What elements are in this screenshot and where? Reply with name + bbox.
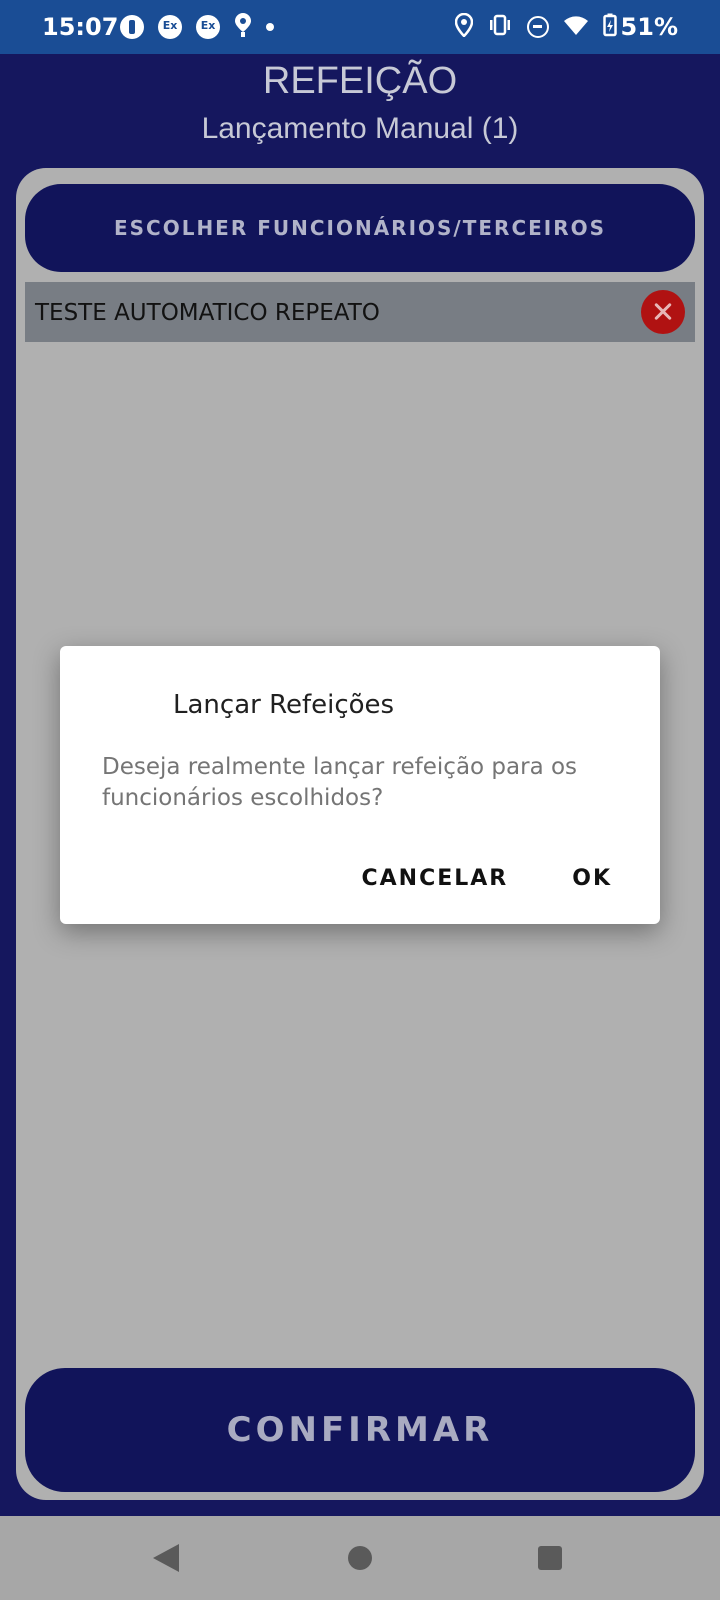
status-left-icons bbox=[120, 12, 288, 39]
p1-icon bbox=[120, 15, 144, 39]
exchange-icon bbox=[196, 15, 220, 39]
choose-employees-button[interactable]: ESCOLHER FUNCIONÁRIOS/TERCEIROS bbox=[25, 184, 695, 272]
status-time: 15:07 bbox=[42, 13, 119, 41]
wifi-icon bbox=[563, 14, 589, 41]
list-item: TESTE AUTOMATICO REPEATO bbox=[25, 282, 695, 342]
dialog-message: Deseja realmente lançar refeição para os… bbox=[102, 754, 578, 811]
location-icon bbox=[454, 12, 473, 42]
dialog-title: Lançar Refeições bbox=[173, 690, 395, 720]
confirm-dialog: Lançar Refeições Deseja realmente lançar… bbox=[60, 646, 660, 924]
page-subtitle: Lançamento Manual (1) bbox=[201, 112, 519, 145]
battery-charging-icon bbox=[602, 13, 617, 42]
status-bar: 15:07 51% bbox=[0, 0, 720, 54]
page-title: REFEIÇÃO bbox=[262, 60, 458, 102]
maps-pin-icon bbox=[234, 12, 252, 43]
confirm-button[interactable]: CONFIRMAR bbox=[25, 1368, 695, 1492]
vibrate-icon bbox=[487, 14, 513, 41]
remove-employee-icon[interactable] bbox=[641, 290, 685, 334]
battery-percent: 51% bbox=[620, 13, 678, 41]
back-icon[interactable] bbox=[153, 1544, 179, 1572]
navigation-bar bbox=[0, 1516, 720, 1600]
employee-name: TESTE AUTOMATICO REPEATO bbox=[35, 300, 380, 326]
dot-icon bbox=[266, 23, 274, 31]
status-right-icons: 51% bbox=[454, 12, 720, 42]
recents-icon[interactable] bbox=[538, 1546, 562, 1570]
exchange-icon bbox=[158, 15, 182, 39]
do-not-disturb-icon bbox=[526, 16, 549, 38]
ok-button[interactable]: OK bbox=[572, 866, 612, 891]
cancel-button[interactable]: CANCELAR bbox=[362, 866, 509, 891]
home-icon[interactable] bbox=[348, 1546, 372, 1570]
dialog-actions: CANCELAR OK bbox=[362, 866, 613, 891]
